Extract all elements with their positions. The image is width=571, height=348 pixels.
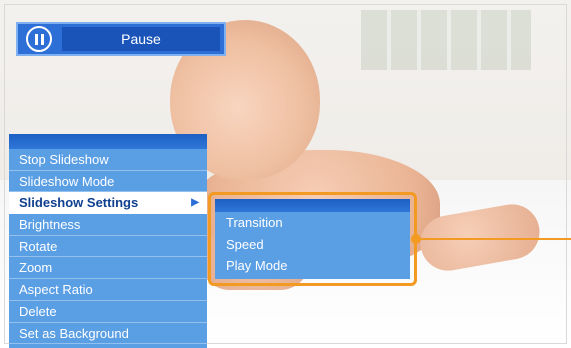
submenu-header	[215, 199, 410, 212]
background-window	[361, 10, 531, 70]
callout-line	[420, 238, 571, 240]
menu-item-stop-slideshow[interactable]: Stop Slideshow	[9, 149, 207, 171]
menu-item-label: Slideshow Settings	[19, 195, 139, 211]
menu-item-brightness[interactable]: Brightness	[9, 214, 207, 236]
menu-item-delete[interactable]: Delete	[9, 301, 207, 323]
menu-item-slideshow-mode[interactable]: Slideshow Mode	[9, 171, 207, 193]
submenu-highlight: Transition Speed Play Mode	[208, 192, 417, 286]
pause-button[interactable]: Pause	[16, 22, 226, 56]
slideshow-settings-submenu: Transition Speed Play Mode	[215, 199, 410, 279]
menu-item-zoom[interactable]: Zoom	[9, 257, 207, 280]
slideshow-screen: Pause Stop Slideshow Slideshow Mode Slid…	[0, 0, 571, 348]
menu-header	[9, 134, 207, 149]
arrow-right-icon: ▶	[191, 197, 199, 209]
menu-item-slideshow-settings[interactable]: Slideshow Settings ▶	[9, 192, 207, 215]
pause-label: Pause	[62, 27, 220, 51]
submenu-item-transition[interactable]: Transition	[215, 212, 410, 234]
menu-item-aspect-ratio[interactable]: Aspect Ratio	[9, 279, 207, 301]
pause-icon	[26, 26, 52, 52]
submenu-item-play-mode[interactable]: Play Mode	[215, 255, 410, 277]
menu-item-rotate[interactable]: Rotate	[9, 236, 207, 258]
submenu-item-speed[interactable]: Speed	[215, 234, 410, 256]
menu-item-set-as-background[interactable]: Set as Background	[9, 323, 207, 345]
slideshow-menu: Stop Slideshow Slideshow Mode Slideshow …	[9, 134, 207, 348]
